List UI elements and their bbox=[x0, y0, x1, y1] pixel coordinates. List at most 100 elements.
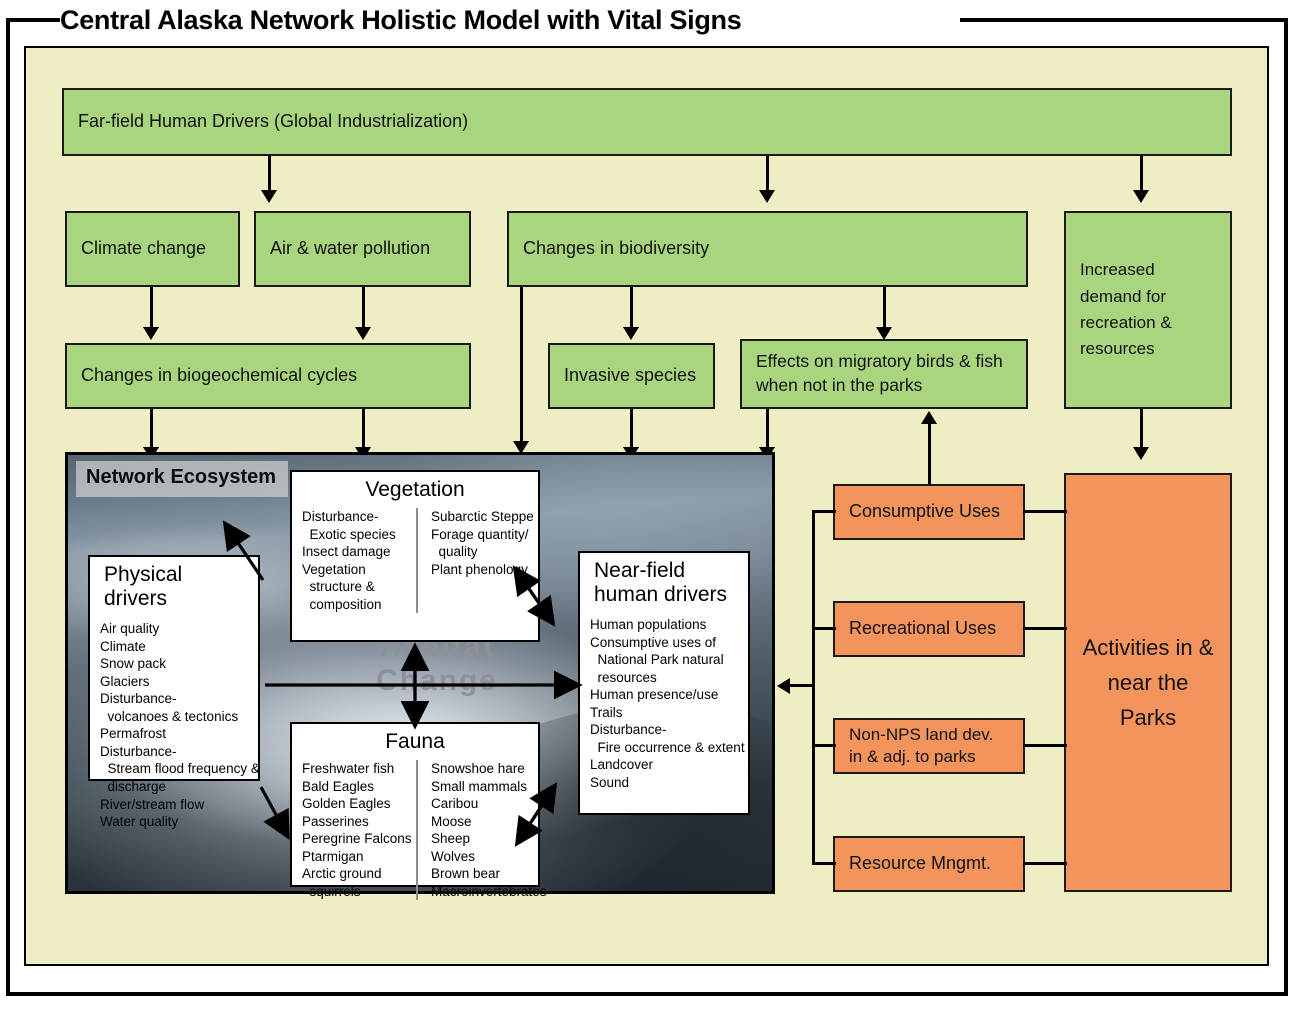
connector-biodiversity-to-migratory bbox=[883, 287, 886, 331]
list-item: Water quality bbox=[100, 814, 179, 830]
box-non-nps-land-dev-label: Non-NPS land dev. in & adj. to parks bbox=[849, 724, 994, 766]
panel-vegetation[interactable]: Vegetation Disturbance- Exotic species In… bbox=[290, 470, 540, 642]
list-item: Wolves bbox=[431, 848, 476, 864]
list-item: Golden Eagles bbox=[302, 796, 391, 812]
list-item: Bald Eagles bbox=[302, 778, 375, 794]
connector-nonnps-left-stub bbox=[812, 744, 836, 747]
connector-recreational-left-stub bbox=[812, 627, 836, 630]
list-item: volcanoes & tectonics bbox=[100, 708, 239, 724]
box-biogeochemical-cycles[interactable]: Changes in biogeochemical cycles bbox=[65, 343, 471, 409]
list-item: Air quality bbox=[100, 621, 160, 637]
box-changes-in-biodiversity[interactable]: Changes in biodiversity bbox=[507, 211, 1028, 287]
list-item: Sheep bbox=[431, 831, 471, 847]
list-item: Insect damage bbox=[302, 544, 391, 560]
arrowhead-bus-to-ecosystem bbox=[777, 678, 790, 694]
list-item: Human populations bbox=[590, 617, 707, 633]
arrowhead-pollution-to-biogeo bbox=[355, 327, 371, 340]
list-item: River/stream flow bbox=[100, 796, 205, 812]
connector-nonnps-to-activities bbox=[1023, 744, 1067, 747]
connector-climate-to-biogeo bbox=[150, 287, 153, 331]
arrowhead-biodiversity-to-invasive bbox=[623, 327, 639, 340]
panel-fauna-col2: Snowshoe hare Small mammals Caribou Moose Sh… bbox=[416, 760, 547, 901]
panel-physical-drivers[interactable]: Physical drivers Air quality Climate Snow … bbox=[88, 555, 260, 829]
list-item: Disturbance- bbox=[302, 509, 379, 524]
list-item: Consumptive uses of bbox=[590, 634, 717, 650]
diagram-root: Central Alaska Network Holistic Model wi… bbox=[0, 0, 1300, 1011]
panel-near-field-list: Human populations Consumptive uses of Nat… bbox=[580, 608, 748, 791]
box-recreational-uses[interactable]: Recreational Uses bbox=[833, 601, 1025, 657]
panel-fauna-columns: Freshwater fish Bald Eagles Golden Eagles P… bbox=[292, 756, 547, 906]
list-item: Fire occurrence & extent bbox=[590, 739, 745, 755]
arrowhead-farfield-to-biodiversity bbox=[759, 190, 775, 203]
box-activities-label: Activities in & near the Parks bbox=[1082, 634, 1214, 731]
list-item: Disturbance- bbox=[590, 722, 667, 738]
list-item: Climate bbox=[100, 638, 146, 654]
panel-fauna-heading: Fauna bbox=[385, 730, 445, 753]
panel-near-field-heading: Near-field human drivers bbox=[594, 559, 728, 606]
connector-demand-to-activities bbox=[1140, 409, 1143, 451]
list-item: Freshwater fish bbox=[302, 761, 395, 776]
list-item: National Park natural bbox=[590, 652, 724, 668]
box-consumptive-uses-label: Consumptive Uses bbox=[849, 501, 1001, 522]
connector-consumptive-left-stub bbox=[812, 510, 836, 513]
box-increased-demand-label: Increased demand for recreation & resour… bbox=[1080, 260, 1172, 359]
connector-consumptive-to-activities bbox=[1023, 510, 1067, 513]
list-item: Subarctic Steppe bbox=[431, 509, 534, 524]
list-item: Permafrost bbox=[100, 726, 167, 742]
box-changes-in-biodiversity-label: Changes in biodiversity bbox=[523, 238, 710, 259]
list-item: Brown bear bbox=[431, 866, 501, 882]
panel-vegetation-columns: Disturbance- Exotic species Insect damage… bbox=[292, 504, 538, 619]
list-item: Snowshoe hare bbox=[431, 761, 525, 776]
list-item: Stream flood frequency & bbox=[100, 761, 260, 777]
list-item: squirrels bbox=[302, 883, 361, 899]
connector-migratory-to-ecosystem bbox=[766, 409, 769, 451]
list-item: Peregrine Falcons bbox=[302, 831, 412, 847]
network-ecosystem-label: Network Ecosystem bbox=[76, 461, 289, 497]
page-title: Central Alaska Network Holistic Model wi… bbox=[60, 4, 742, 35]
list-item: resources bbox=[590, 669, 657, 685]
list-item: Small mammals bbox=[431, 778, 528, 794]
list-item: Landcover bbox=[590, 757, 654, 773]
panel-physical-drivers-heading: Physical drivers bbox=[104, 563, 183, 610]
box-invasive-species[interactable]: Invasive species bbox=[548, 343, 715, 409]
box-increased-demand[interactable]: Increased demand for recreation & resour… bbox=[1064, 211, 1232, 409]
box-consumptive-uses[interactable]: Consumptive Uses bbox=[833, 484, 1025, 540]
panel-fauna[interactable]: Fauna Freshwater fish Bald Eagles Golden E… bbox=[290, 722, 547, 901]
arrowhead-farfield-to-demand bbox=[1133, 190, 1149, 203]
list-item: Glaciers bbox=[100, 673, 150, 689]
box-climate-change-label: Climate change bbox=[81, 238, 207, 259]
list-item: Vegetation bbox=[302, 561, 366, 577]
box-effects-migratory-birds[interactable]: Effects on migratory birds & fish when n… bbox=[740, 339, 1028, 409]
connector-farfield-to-biodiversity bbox=[766, 156, 769, 194]
list-item: Exotic species bbox=[302, 526, 396, 542]
list-item: Disturbance- bbox=[100, 691, 177, 707]
list-item: Sound bbox=[590, 774, 630, 790]
connector-orange-bus bbox=[812, 510, 815, 865]
panel-physical-drivers-list: Air quality Climate Snow pack Glaciers Distu… bbox=[90, 612, 260, 831]
box-resource-mngmt[interactable]: Resource Mngmt. bbox=[833, 836, 1025, 892]
panel-vegetation-col2: Subarctic Steppe Forage quantity/ quality… bbox=[416, 508, 534, 614]
list-item: Forage quantity/ bbox=[431, 526, 529, 542]
panel-vegetation-heading: Vegetation bbox=[365, 478, 465, 501]
list-item: discharge bbox=[100, 778, 167, 794]
connector-consumptive-to-migratory bbox=[928, 424, 931, 484]
box-climate-change[interactable]: Climate change bbox=[65, 211, 240, 287]
box-far-field-human-drivers-label: Far-field Human Drivers (Global Industri… bbox=[78, 111, 469, 132]
arrowhead-demand-to-activities bbox=[1133, 447, 1149, 460]
box-non-nps-land-dev[interactable]: Non-NPS land dev. in & adj. to parks bbox=[833, 718, 1025, 774]
panel-fauna-col1: Freshwater fish Bald Eagles Golden Eagles P… bbox=[302, 760, 416, 900]
connector-bus-to-ecosystem bbox=[790, 684, 815, 687]
box-air-water-pollution[interactable]: Air & water pollution bbox=[254, 211, 471, 287]
box-far-field-human-drivers[interactable]: Far-field Human Drivers (Global Industri… bbox=[62, 88, 1232, 156]
box-effects-migratory-birds-label: Effects on migratory birds & fish when n… bbox=[756, 351, 1003, 395]
list-item: Arctic ground bbox=[302, 866, 382, 882]
list-item: Passerines bbox=[302, 813, 369, 829]
list-item: structure & bbox=[302, 579, 375, 595]
box-activities-in-near-parks[interactable]: Activities in & near the Parks bbox=[1064, 473, 1232, 892]
box-biogeochemical-cycles-label: Changes in biogeochemical cycles bbox=[81, 365, 358, 386]
list-item: Moose bbox=[431, 813, 472, 829]
list-item: Ptarmigan bbox=[302, 848, 364, 864]
list-item: Plant phenology bbox=[431, 561, 528, 577]
connector-biogeo-to-ecosystem-left bbox=[150, 409, 153, 451]
panel-near-field-human-drivers[interactable]: Near-field human drivers Human populatio… bbox=[578, 551, 750, 815]
